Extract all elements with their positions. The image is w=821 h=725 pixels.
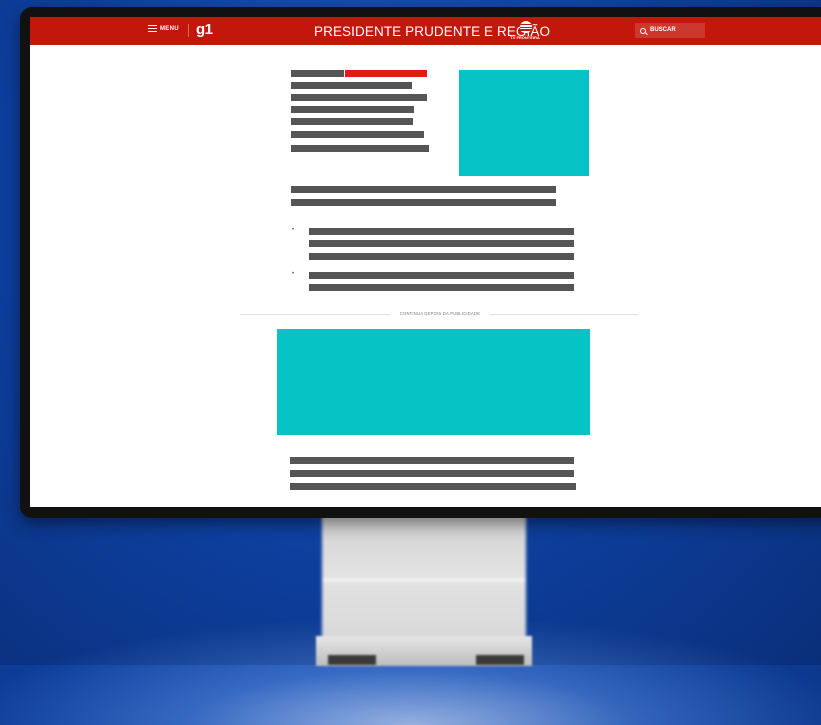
- menu-label: MENU: [160, 25, 179, 32]
- menu-button[interactable]: MENU: [148, 25, 179, 32]
- ad-divider-label: CONTINUA DEPOIS DA PUBLICIDADE: [390, 311, 490, 317]
- headline-line-placeholder[interactable]: [291, 131, 424, 138]
- list-item-line-placeholder[interactable]: [309, 240, 574, 247]
- list-item-line-placeholder[interactable]: [309, 272, 574, 279]
- summary-line-placeholder: [291, 186, 556, 193]
- affiliate-name: TV FRONTEIRA: [510, 35, 540, 40]
- list-item-line-placeholder[interactable]: [309, 228, 574, 235]
- website-screen: MENU g1 PRESIDENTE PRUDENTE E REGIÃO TV …: [30, 17, 821, 507]
- headline-line-placeholder[interactable]: [291, 118, 413, 125]
- headline-section-tag-placeholder: [345, 70, 427, 77]
- ad-placeholder-middle[interactable]: [277, 329, 590, 435]
- headline-line-placeholder[interactable]: [291, 106, 414, 113]
- list-bullet: •: [292, 271, 295, 277]
- monitor-stand-neck: [322, 512, 526, 647]
- monitor-foot-left: [328, 655, 376, 665]
- summary-line-placeholder: [291, 199, 556, 206]
- header-separator: [188, 24, 189, 37]
- hamburger-menu-icon: [148, 25, 157, 32]
- headline-line-placeholder[interactable]: [291, 145, 429, 152]
- body-line-placeholder: [290, 470, 574, 477]
- ad-placeholder-top[interactable]: [459, 70, 589, 176]
- tv-fronteira-globe-icon: [520, 21, 532, 33]
- site-header: MENU g1 PRESIDENTE PRUDENTE E REGIÃO TV …: [30, 17, 821, 45]
- g1-logo[interactable]: g1: [196, 21, 213, 38]
- search-label: BUSCAR: [650, 27, 676, 33]
- search-icon: [640, 27, 646, 34]
- search-button[interactable]: BUSCAR: [635, 23, 705, 38]
- tv-fronteira-logo[interactable]: TV FRONTEIRA: [509, 21, 541, 43]
- monitor-foot-right: [476, 655, 524, 665]
- list-item-line-placeholder[interactable]: [309, 253, 574, 260]
- headline-line-placeholder[interactable]: [291, 94, 427, 101]
- body-line-placeholder: [290, 457, 574, 464]
- headline-line-placeholder[interactable]: [291, 82, 412, 89]
- list-bullet: •: [292, 227, 295, 233]
- headline-kicker-placeholder: [291, 70, 344, 77]
- body-line-placeholder: [290, 483, 576, 490]
- list-item-line-placeholder[interactable]: [309, 284, 574, 291]
